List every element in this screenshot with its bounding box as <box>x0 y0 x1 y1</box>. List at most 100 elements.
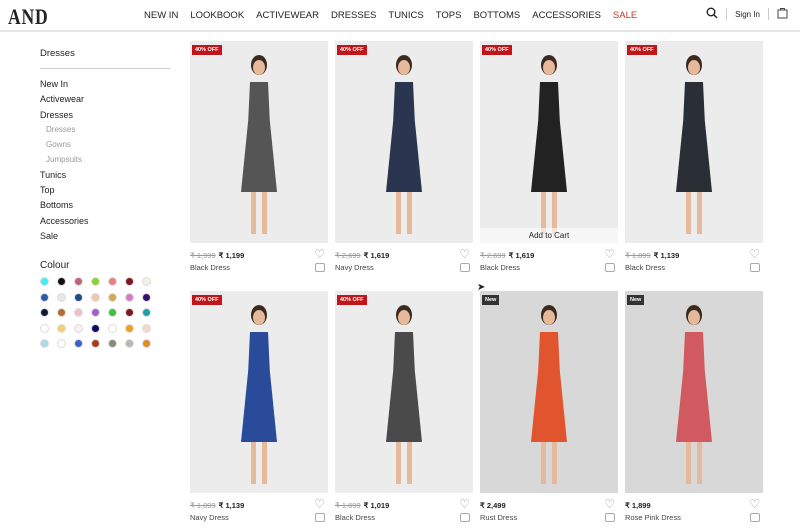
add-to-bag-icon[interactable] <box>750 263 760 272</box>
nav-item-lookbook[interactable]: LOOKBOOK <box>190 10 244 21</box>
wishlist-heart-icon[interactable]: ♡ <box>314 247 325 261</box>
product-card[interactable]: 40% OFF ₹ 1,999 ₹ 1,199 Black Dress ♡ <box>190 41 328 272</box>
wishlist-heart-icon[interactable]: ♡ <box>459 247 470 261</box>
colour-swatch[interactable] <box>74 292 83 302</box>
product-name[interactable]: Navy Dress <box>335 263 473 272</box>
product-card[interactable]: 40% OFF ₹ 1,899 ₹ 1,139 Navy Dress ♡ <box>190 291 328 522</box>
sidebar-item-top[interactable]: Top <box>40 185 170 200</box>
add-to-bag-icon[interactable] <box>605 263 615 272</box>
colour-swatch[interactable] <box>108 308 117 318</box>
nav-item-dresses[interactable]: DRESSES <box>331 10 376 21</box>
add-to-bag-icon[interactable] <box>460 263 470 272</box>
product-card[interactable]: 40% OFF ₹ 2,699 ₹ 1,619 Navy Dress ♡ <box>335 41 473 272</box>
product-name[interactable]: Black Dress <box>480 263 618 272</box>
colour-swatch[interactable] <box>74 277 83 287</box>
product-image[interactable]: 40% OFF Add to Cart <box>480 41 618 243</box>
colour-swatch[interactable] <box>125 339 134 349</box>
product-name[interactable]: Navy Dress <box>190 513 328 522</box>
colour-swatch[interactable] <box>91 292 100 302</box>
colour-swatch[interactable] <box>40 323 49 333</box>
sidebar-item-dresses[interactable]: Dresses <box>40 125 170 140</box>
colour-swatch[interactable] <box>74 339 83 349</box>
colour-swatch[interactable] <box>57 308 66 318</box>
add-to-cart-button[interactable]: Add to Cart <box>480 228 618 243</box>
colour-swatch[interactable] <box>57 323 66 333</box>
sidebar-item-activewear[interactable]: Activewear <box>40 94 170 109</box>
colour-swatch[interactable] <box>74 323 83 333</box>
nav-item-tunics[interactable]: TUNICS <box>388 10 423 21</box>
nav-item-accessories[interactable]: ACCESSORIES <box>532 10 601 21</box>
wishlist-heart-icon[interactable]: ♡ <box>604 247 615 261</box>
colour-swatch[interactable] <box>91 277 100 287</box>
wishlist-heart-icon[interactable]: ♡ <box>749 497 760 511</box>
colour-swatch[interactable] <box>125 323 134 333</box>
sidebar-item-sale[interactable]: Sale <box>40 231 170 246</box>
sidebar-item-bottoms[interactable]: Bottoms <box>40 200 170 215</box>
sidebar-item-gowns[interactable]: Gowns <box>40 140 170 155</box>
add-to-bag-icon[interactable] <box>315 513 325 522</box>
product-card[interactable]: New ₹ 2,499 Rust Dress ♡ <box>480 291 618 522</box>
product-name[interactable]: Black Dress <box>190 263 328 272</box>
product-image[interactable]: 40% OFF <box>625 41 763 243</box>
add-to-bag-icon[interactable] <box>460 513 470 522</box>
add-to-bag-icon[interactable] <box>315 263 325 272</box>
colour-swatch[interactable] <box>40 277 49 287</box>
colour-swatch[interactable] <box>108 323 117 333</box>
add-to-bag-icon[interactable] <box>605 513 615 522</box>
colour-swatch[interactable] <box>142 323 151 333</box>
colour-swatch[interactable] <box>108 339 117 349</box>
colour-swatch[interactable] <box>91 308 100 318</box>
sidebar-item-accessories[interactable]: Accessories <box>40 216 170 231</box>
sidebar-item-tunics[interactable]: Tunics <box>40 170 170 185</box>
wishlist-heart-icon[interactable]: ♡ <box>749 247 760 261</box>
colour-swatch[interactable] <box>57 292 66 302</box>
colour-swatch[interactable] <box>142 277 151 287</box>
product-image[interactable]: 40% OFF <box>190 41 328 243</box>
sign-in-link[interactable]: Sign In <box>735 10 760 19</box>
colour-swatch[interactable] <box>91 323 100 333</box>
product-name[interactable]: Rust Dress <box>480 513 618 522</box>
product-image[interactable]: New <box>625 291 763 493</box>
colour-swatch[interactable] <box>142 308 151 318</box>
product-image[interactable]: New <box>480 291 618 493</box>
product-name[interactable]: Rose Pink Dress <box>625 513 763 522</box>
product-card[interactable]: 40% OFF ₹ 1,699 ₹ 1,019 Black Dress ♡ <box>335 291 473 522</box>
product-card[interactable]: 40% OFF ₹ 1,899 ₹ 1,139 Black Dress ♡ <box>625 41 763 272</box>
colour-swatch[interactable] <box>57 339 66 349</box>
product-image[interactable]: 40% OFF <box>190 291 328 493</box>
colour-swatch[interactable] <box>125 308 134 318</box>
product-name[interactable]: Black Dress <box>625 263 763 272</box>
sidebar-item-jumpsuits[interactable]: Jumpsuits <box>40 155 170 170</box>
wishlist-heart-icon[interactable]: ♡ <box>459 497 470 511</box>
colour-swatch[interactable] <box>125 277 134 287</box>
shopping-bag-icon[interactable] <box>777 7 788 21</box>
colour-swatch[interactable] <box>125 292 134 302</box>
colour-swatch[interactable] <box>108 292 117 302</box>
sidebar-item-dresses[interactable]: Dresses <box>40 110 170 125</box>
nav-item-sale[interactable]: SALE <box>613 10 637 21</box>
nav-item-tops[interactable]: TOPS <box>436 10 462 21</box>
colour-swatch[interactable] <box>40 292 49 302</box>
product-card[interactable]: 40% OFF Add to Cart ₹ 2,699 ₹ 1,619 Black… <box>480 41 618 272</box>
colour-swatch[interactable] <box>57 277 66 287</box>
product-name[interactable]: Black Dress <box>335 513 473 522</box>
colour-swatch[interactable] <box>74 308 83 318</box>
colour-swatch[interactable] <box>142 339 151 349</box>
product-image[interactable]: 40% OFF <box>335 291 473 493</box>
logo[interactable]: AND <box>8 4 49 30</box>
sidebar-item-new-in[interactable]: New In <box>40 79 170 94</box>
product-card[interactable]: New ₹ 1,899 Rose Pink Dress ♡ <box>625 291 763 522</box>
nav-item-bottoms[interactable]: BOTTOMS <box>473 10 520 21</box>
wishlist-heart-icon[interactable]: ♡ <box>314 497 325 511</box>
colour-swatch[interactable] <box>40 308 49 318</box>
wishlist-heart-icon[interactable]: ♡ <box>604 497 615 511</box>
nav-item-activewear[interactable]: ACTIVEWEAR <box>256 10 319 21</box>
colour-swatch[interactable] <box>108 277 117 287</box>
colour-swatch[interactable] <box>91 339 100 349</box>
product-image[interactable]: 40% OFF <box>335 41 473 243</box>
colour-swatch[interactable] <box>40 339 49 349</box>
nav-item-new-in[interactable]: NEW IN <box>144 10 178 21</box>
search-icon[interactable] <box>706 7 718 21</box>
add-to-bag-icon[interactable] <box>750 513 760 522</box>
colour-swatch[interactable] <box>142 292 151 302</box>
